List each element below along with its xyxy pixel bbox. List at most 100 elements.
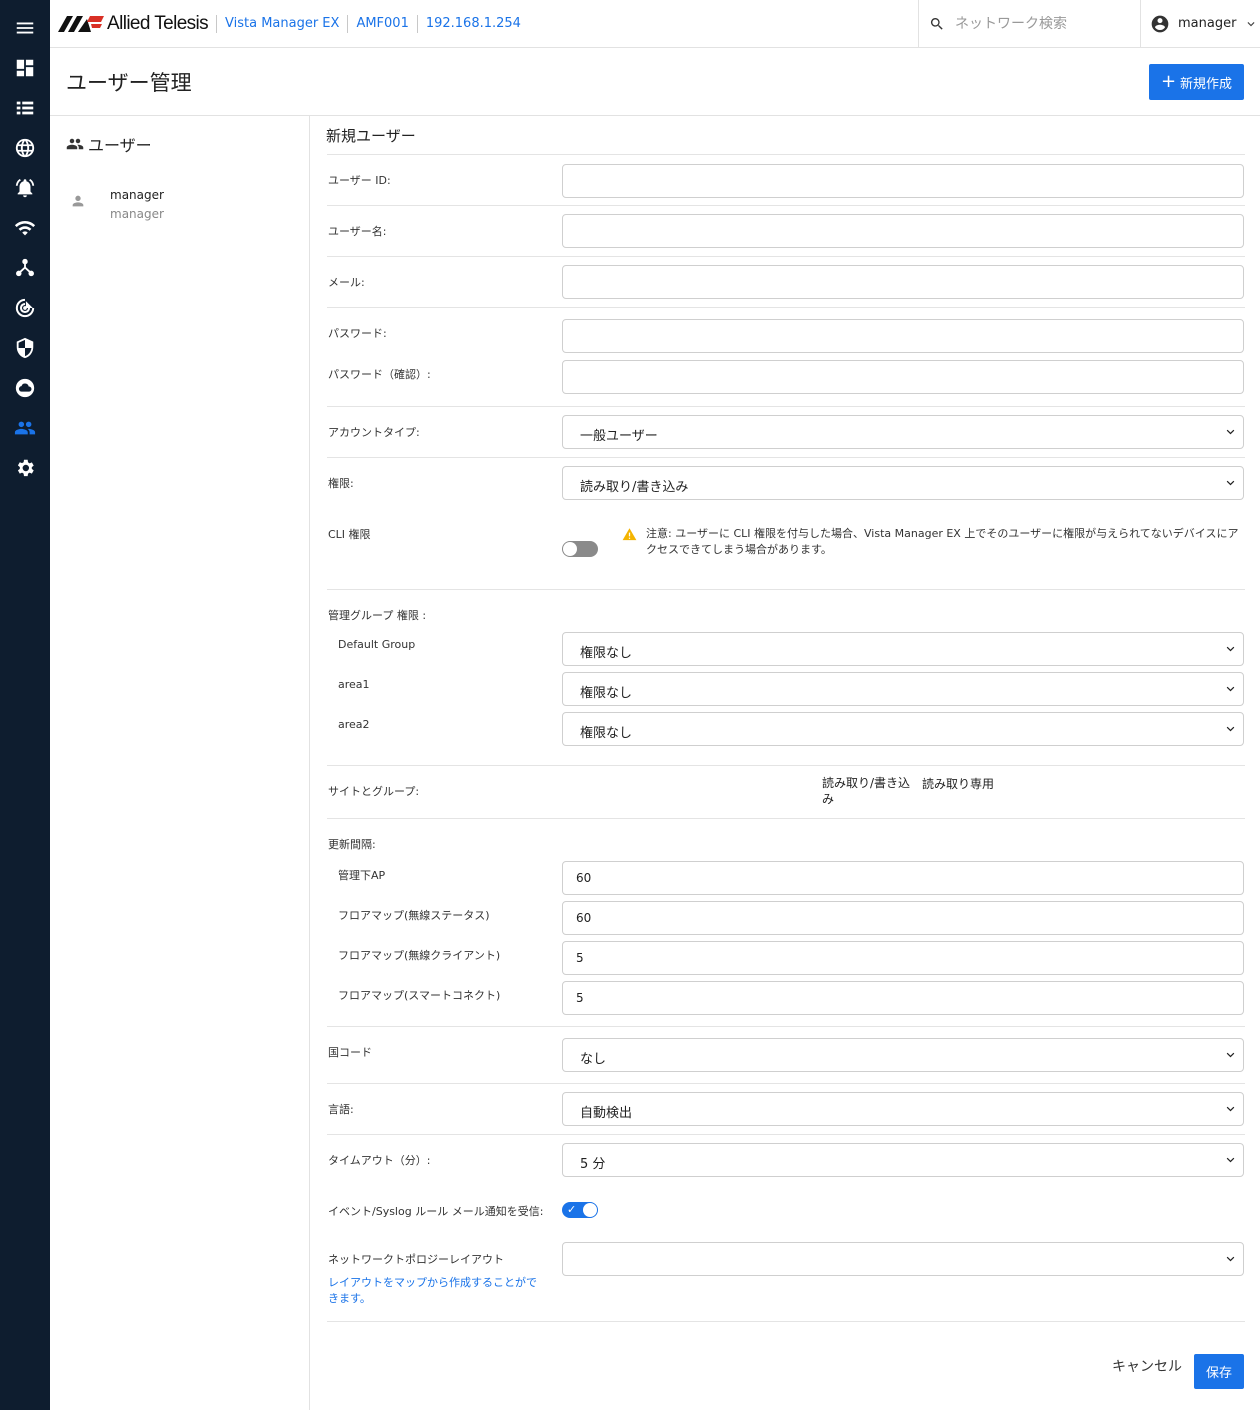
divider <box>327 1026 1245 1027</box>
group-permission-select[interactable]: 権限なし <box>562 712 1244 746</box>
chevron-down-icon <box>1226 686 1235 692</box>
divider <box>327 406 1245 407</box>
chevron-down-icon <box>1226 1157 1235 1163</box>
breadcrumb-area[interactable]: AMF001 <box>347 15 416 33</box>
form-title: 新規ユーザー <box>326 127 416 145</box>
syslog-notify-label: イベント/Syslog ルール メール通知を受信: <box>328 1205 544 1218</box>
dashboard-icon <box>16 59 34 77</box>
nav-wireless[interactable] <box>0 208 50 248</box>
password-label: パスワード: <box>328 327 387 340</box>
list-icon <box>16 101 34 115</box>
nav-network[interactable] <box>0 128 50 168</box>
cli-permission-toggle[interactable] <box>562 541 598 557</box>
refresh-floormap-smartconnect-input[interactable] <box>562 981 1244 1015</box>
nav-cloud[interactable] <box>0 368 50 408</box>
refresh-managed-ap-input[interactable] <box>562 861 1244 895</box>
user-id-input[interactable] <box>562 164 1244 198</box>
divider <box>327 765 1245 766</box>
divider <box>327 457 1245 458</box>
divider <box>327 1321 1245 1322</box>
shield-icon <box>16 337 34 359</box>
permission-select[interactable]: 読み取り/書き込み <box>562 466 1244 500</box>
username-input[interactable] <box>562 214 1244 248</box>
nav-settings[interactable] <box>0 448 50 488</box>
refresh-item-label: 管理下AP <box>338 869 386 882</box>
chevron-down-icon <box>1226 726 1235 732</box>
save-button[interactable]: 保存 <box>1194 1354 1244 1389</box>
nav-rail <box>0 0 50 1410</box>
breadcrumb-address[interactable]: 192.168.1.254 <box>416 15 529 33</box>
hamburger-icon <box>16 22 34 34</box>
toggle-knob <box>583 1203 597 1217</box>
user-list-item[interactable]: manager manager <box>50 182 309 228</box>
cancel-button[interactable]: キャンセル <box>1112 1356 1182 1376</box>
logo-mark-icon <box>58 16 104 32</box>
cli-warning-text: 注意: ユーザーに CLI 権限を付与した場合、Vista Manager EX… <box>646 527 1239 556</box>
refresh-floormap-status-input[interactable] <box>562 901 1244 935</box>
chevron-down-icon <box>1226 429 1235 435</box>
country-code-label: 国コード <box>328 1046 372 1059</box>
group-permission-select[interactable]: 権限なし <box>562 632 1244 666</box>
password-input[interactable] <box>562 319 1244 353</box>
refresh-item-label: フロアマップ(スマートコネクト) <box>338 989 501 1002</box>
user-item-subtitle: manager <box>110 207 164 221</box>
account-circle-icon <box>1141 14 1170 34</box>
permission-label: 権限: <box>328 477 354 490</box>
country-code-value: なし <box>580 1052 607 1067</box>
nav-users[interactable] <box>0 408 50 448</box>
language-value: 自動検出 <box>580 1106 633 1121</box>
sites-column-read-write: 読み取り/書き込 み <box>822 775 917 807</box>
nav-alarms[interactable] <box>0 168 50 208</box>
users-icon <box>66 138 84 150</box>
country-code-select[interactable]: なし <box>562 1038 1244 1072</box>
page-header: ユーザー管理 + 新規作成 <box>50 48 1260 116</box>
timeout-value: 5 分 <box>580 1157 606 1172</box>
nav-security[interactable] <box>0 328 50 368</box>
alarm-bell-icon <box>15 179 35 198</box>
refresh-floormap-clients-input[interactable] <box>562 941 1244 975</box>
password-confirm-label: パスワード（確認）: <box>328 368 431 381</box>
toggle-knob <box>563 542 577 556</box>
divider <box>327 256 1245 257</box>
password-confirm-input[interactable] <box>562 360 1244 394</box>
email-label: メール: <box>328 276 365 289</box>
refresh-item-label: フロアマップ(無線クライアント) <box>338 949 501 962</box>
wifi-icon <box>14 221 36 236</box>
cloud-icon <box>15 378 35 398</box>
email-input[interactable] <box>562 265 1244 299</box>
divider <box>327 154 1245 155</box>
new-user-button[interactable]: + 新規作成 <box>1149 64 1244 100</box>
divider <box>327 1083 1245 1084</box>
new-user-form: 新規ユーザー ユーザー ID: ユーザー名: メール: パスワード: パスワード… <box>311 116 1260 1410</box>
account-type-select[interactable]: 一般ユーザー <box>562 415 1244 449</box>
top-bar: Allied Telesis Vista Manager EX AMF001 1… <box>50 0 1260 48</box>
nav-dashboard[interactable] <box>0 48 50 88</box>
nav-radar[interactable] <box>0 288 50 328</box>
nav-list[interactable] <box>0 88 50 128</box>
page-title: ユーザー管理 <box>66 71 192 95</box>
cli-permission-label: CLI 権限 <box>328 528 371 541</box>
breadcrumb-product[interactable]: Vista Manager EX <box>216 15 347 33</box>
refresh-item-label: フロアマップ(無線ステータス) <box>338 909 490 922</box>
user-menu[interactable]: manager <box>1140 0 1260 47</box>
chevron-down-icon <box>1226 480 1235 486</box>
syslog-notify-toggle[interactable]: ✓ <box>562 1202 598 1218</box>
nav-topology[interactable] <box>0 248 50 288</box>
topology-layout-select[interactable] <box>562 1242 1244 1276</box>
mgmt-group-label: 管理グループ 権限 : <box>328 609 427 622</box>
sites-column-read-only: 読み取り専用 <box>922 777 995 791</box>
menu-button[interactable] <box>0 8 50 48</box>
search-input[interactable] <box>955 15 1135 32</box>
allied-telesis-logo[interactable]: Allied Telesis <box>58 13 209 34</box>
topology-layout-link[interactable]: レイアウトをマップから作成することができます。 <box>328 1275 543 1307</box>
group-permission-select[interactable]: 権限なし <box>562 672 1244 706</box>
breadcrumb: Vista Manager EX AMF001 192.168.1.254 <box>216 0 529 48</box>
chevron-down-icon <box>1226 1106 1235 1112</box>
group-name: Default Group <box>338 638 416 651</box>
users-icon <box>14 421 36 435</box>
timeout-select[interactable]: 5 分 <box>562 1143 1244 1177</box>
check-icon: ✓ <box>567 1203 577 1216</box>
chevron-down-icon <box>1226 1052 1235 1058</box>
new-user-button-label: 新規作成 <box>1180 76 1233 92</box>
language-select[interactable]: 自動検出 <box>562 1092 1244 1126</box>
